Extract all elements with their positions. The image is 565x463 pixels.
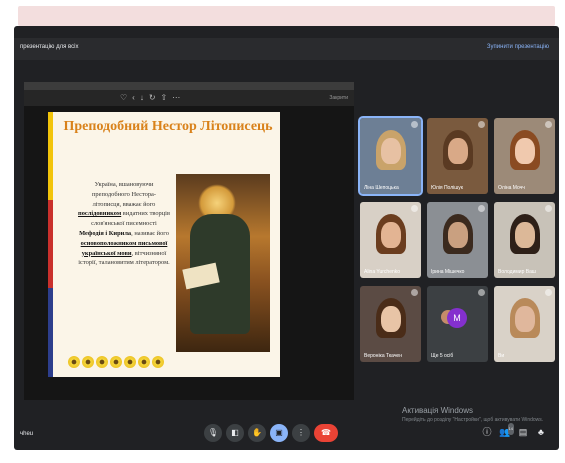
side-panel-buttons: ⓘ 👥 14 ▤ ♣: [481, 423, 551, 442]
participant-tile[interactable]: Ірина Мішечко: [427, 202, 488, 278]
chat-icon[interactable]: ▤: [517, 426, 529, 438]
participant-tile[interactable]: Володимир Ваш: [494, 202, 555, 278]
pin-icon[interactable]: [478, 205, 485, 212]
participant-tile[interactable]: Ліна Шепоцька: [358, 116, 423, 196]
camera-button[interactable]: ◧: [226, 424, 244, 442]
participant-name: Alina Yurchenko: [364, 269, 401, 275]
slide-title: Преподобний Нестор Літописець: [63, 119, 273, 134]
viewer-toolbar: ♡‹↓↻⇧⋯ Закрити: [24, 90, 354, 106]
browser-top-strip: [18, 6, 555, 26]
activation-subtitle: Перейдіть до розділу "Настройки", щоб ак…: [402, 417, 544, 423]
activation-title: Активація Windows: [402, 406, 474, 415]
participant-grid: Ліна Шепоцька Юлія Полішук Оліна Мочч Alina…: [358, 116, 555, 378]
meet-screen: презентацію для всіх Зупинити презентаці…: [14, 26, 559, 450]
shared-screen: ♡‹↓↻⇧⋯ Закрити Преподобний Нестор Літопи…: [24, 82, 354, 400]
participant-name: Володимир Ваш: [498, 269, 536, 275]
slide-body-text: Україна, вшановуючи преподобного Нестора…: [78, 180, 170, 268]
participant-face: [381, 222, 401, 248]
activities-icon[interactable]: ♣: [535, 426, 547, 438]
viewer-tool-icon[interactable]: ↻: [149, 93, 161, 102]
flower-icon: [124, 356, 136, 368]
more-options-button[interactable]: ⋮: [292, 424, 310, 442]
slide-text-segment: послідовником: [78, 210, 122, 218]
info-icon[interactable]: ⓘ: [481, 426, 493, 438]
participant-name: Вероніка Ткачен: [364, 353, 402, 359]
participant-face: [515, 306, 535, 332]
stop-presenting-button[interactable]: Зупинити презентацію: [487, 44, 549, 50]
pin-icon[interactable]: [411, 205, 418, 212]
slide-text-segment: , називає його: [131, 229, 169, 237]
pin-icon[interactable]: [545, 121, 552, 128]
meeting-code: чheu: [20, 431, 34, 437]
presentation-message: презентацію для всіх: [20, 44, 79, 50]
flower-icon: [82, 356, 94, 368]
participant-tile[interactable]: Оліна Мочч: [494, 118, 555, 194]
pin-icon[interactable]: [545, 205, 552, 212]
participant-tile[interactable]: Вероніка Ткачен: [360, 286, 421, 362]
slide-stripe-yellow: [48, 112, 53, 200]
flower-icon: [110, 356, 122, 368]
presentation-slide: Преподобний Нестор Літописець Україна, в…: [48, 112, 280, 377]
participant-name: Ірина Мішечко: [431, 269, 465, 275]
viewer-tool-icon[interactable]: ⋯: [172, 93, 185, 102]
participant-face: [448, 222, 468, 248]
icon-nestor-image: [176, 174, 270, 352]
flower-icon: [68, 356, 80, 368]
people-icon[interactable]: 👥 14: [499, 423, 514, 438]
mic-button[interactable]: 🎙: [204, 424, 222, 442]
participant-tile[interactable]: M Ще 5 осіб: [427, 286, 488, 362]
people-count-badge: 14: [507, 423, 514, 435]
participant-face: [448, 138, 468, 164]
presentation-banner: презентацію для всіх Зупинити презентаці…: [14, 38, 559, 60]
pin-icon[interactable]: [478, 289, 485, 296]
flower-icon: [96, 356, 108, 368]
hangup-button[interactable]: ☎: [314, 424, 338, 442]
participant-name: Юлія Полішук: [431, 185, 463, 191]
participant-name: Ви: [498, 353, 505, 359]
sunflower-decoration: [68, 354, 164, 370]
pin-icon[interactable]: [545, 289, 552, 296]
participant-avatar-letter: M: [447, 308, 467, 328]
participant-name: Ще 5 осіб: [431, 353, 454, 359]
flower-icon: [138, 356, 150, 368]
slide-stripe-blue: [48, 288, 53, 377]
participant-face: [515, 138, 535, 164]
slide-stripe-red: [48, 200, 53, 288]
windows-activation-watermark: Активація Windows Перейдіть до розділу "…: [402, 406, 552, 424]
participant-tile[interactable]: Юлія Полішук: [427, 118, 488, 194]
flower-icon: [152, 356, 164, 368]
participant-face: [381, 138, 401, 164]
window-frame: презентацію для всіх Зупинити презентаці…: [0, 0, 565, 463]
raise-hand-button[interactable]: ✋: [248, 424, 266, 442]
viewer-titlebar: [24, 82, 354, 90]
viewer-tool-icon[interactable]: ♡: [120, 93, 132, 102]
slide-text-segment: Мефодія і Кирила: [79, 229, 132, 237]
pin-icon[interactable]: [478, 121, 485, 128]
slide-text-segment: Україна, вшановуючи преподобного Нестора…: [92, 181, 156, 208]
viewer-tools: ♡‹↓↻⇧⋯: [120, 93, 185, 102]
viewer-tool-icon[interactable]: ‹: [132, 93, 140, 102]
participant-face: [381, 306, 401, 332]
viewer-tool-icon[interactable]: ⇧: [161, 93, 173, 102]
participant-name: Ліна Шепоцька: [364, 185, 399, 191]
participant-name: Оліна Мочч: [498, 185, 525, 191]
viewer-close-button[interactable]: Закрити: [329, 95, 348, 101]
participant-tile[interactable]: Ви: [494, 286, 555, 362]
participant-tile[interactable]: Alina Yurchenko: [360, 202, 421, 278]
present-button[interactable]: ▣: [270, 424, 288, 442]
viewer-tool-icon[interactable]: ↓: [140, 93, 149, 102]
participant-face: [515, 222, 535, 248]
pin-icon[interactable]: [411, 289, 418, 296]
pin-icon[interactable]: [411, 121, 418, 128]
